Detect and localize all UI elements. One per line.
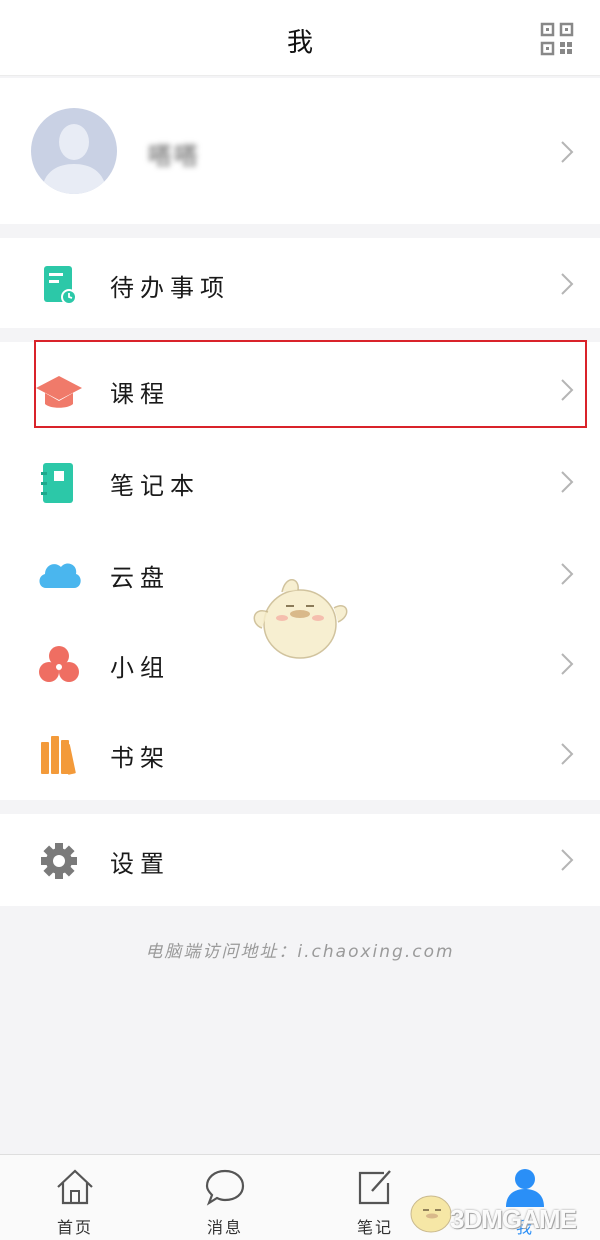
cloud-icon — [39, 563, 81, 588]
profile-chevron-icon — [561, 141, 574, 163]
tab-home[interactable]: 首页 — [30, 1167, 120, 1237]
menu-item-notebook[interactable]: 笔记本 — [0, 436, 600, 528]
edit-note-icon — [358, 1170, 391, 1205]
web-address-note: 电脑端访问地址：i.chaoxing.com — [145, 942, 455, 962]
menu-label-bookshelf: 书架 — [110, 744, 170, 772]
menu-item-settings[interactable]: 设置 — [0, 814, 600, 906]
chevron-right-icon — [561, 563, 574, 585]
watermark-text: 3DMGAME — [450, 1204, 577, 1234]
menu-label-cloud: 云盘 — [110, 564, 170, 592]
menu-item-bookshelf[interactable]: 书架 — [0, 708, 600, 800]
home-icon — [57, 1169, 93, 1205]
course-highlight-box — [34, 340, 587, 428]
mascot-watermark-icon — [253, 579, 348, 659]
group-icon — [39, 646, 79, 682]
menu-group-todo: 待办事项 — [0, 238, 600, 328]
avatar[interactable] — [31, 108, 117, 194]
notebook-icon — [41, 463, 73, 503]
avatar-placeholder-icon — [41, 124, 107, 194]
menu-label-notebook: 笔记本 — [110, 472, 200, 500]
chevron-right-icon — [561, 273, 574, 295]
chevron-right-icon — [561, 471, 574, 493]
menu-label-settings: 设置 — [110, 850, 170, 878]
page-title: 我 — [286, 28, 313, 58]
menu-label-todo: 待办事项 — [110, 274, 230, 302]
menu-group-settings: 设置 — [0, 814, 600, 906]
top-bar: 我 — [0, 0, 600, 76]
menu-item-todo[interactable]: 待办事项 — [0, 238, 600, 330]
chevron-right-icon — [561, 653, 574, 675]
qr-code-button[interactable] — [540, 22, 574, 56]
tab-messages[interactable]: 消息 — [180, 1167, 270, 1237]
qr-code-icon — [540, 22, 574, 56]
tab-label-messages: 消息 — [206, 1218, 243, 1237]
chat-bubble-icon — [205, 1169, 245, 1206]
chevron-right-icon — [561, 849, 574, 871]
tab-label-home: 首页 — [56, 1218, 93, 1237]
bookshelf-icon — [41, 736, 76, 775]
todo-clipboard-icon — [44, 266, 77, 305]
chevron-right-icon — [561, 743, 574, 765]
menu-label-group: 小组 — [110, 654, 170, 682]
gear-icon — [41, 843, 77, 879]
profile-name: 嗒嗒 — [148, 142, 200, 170]
